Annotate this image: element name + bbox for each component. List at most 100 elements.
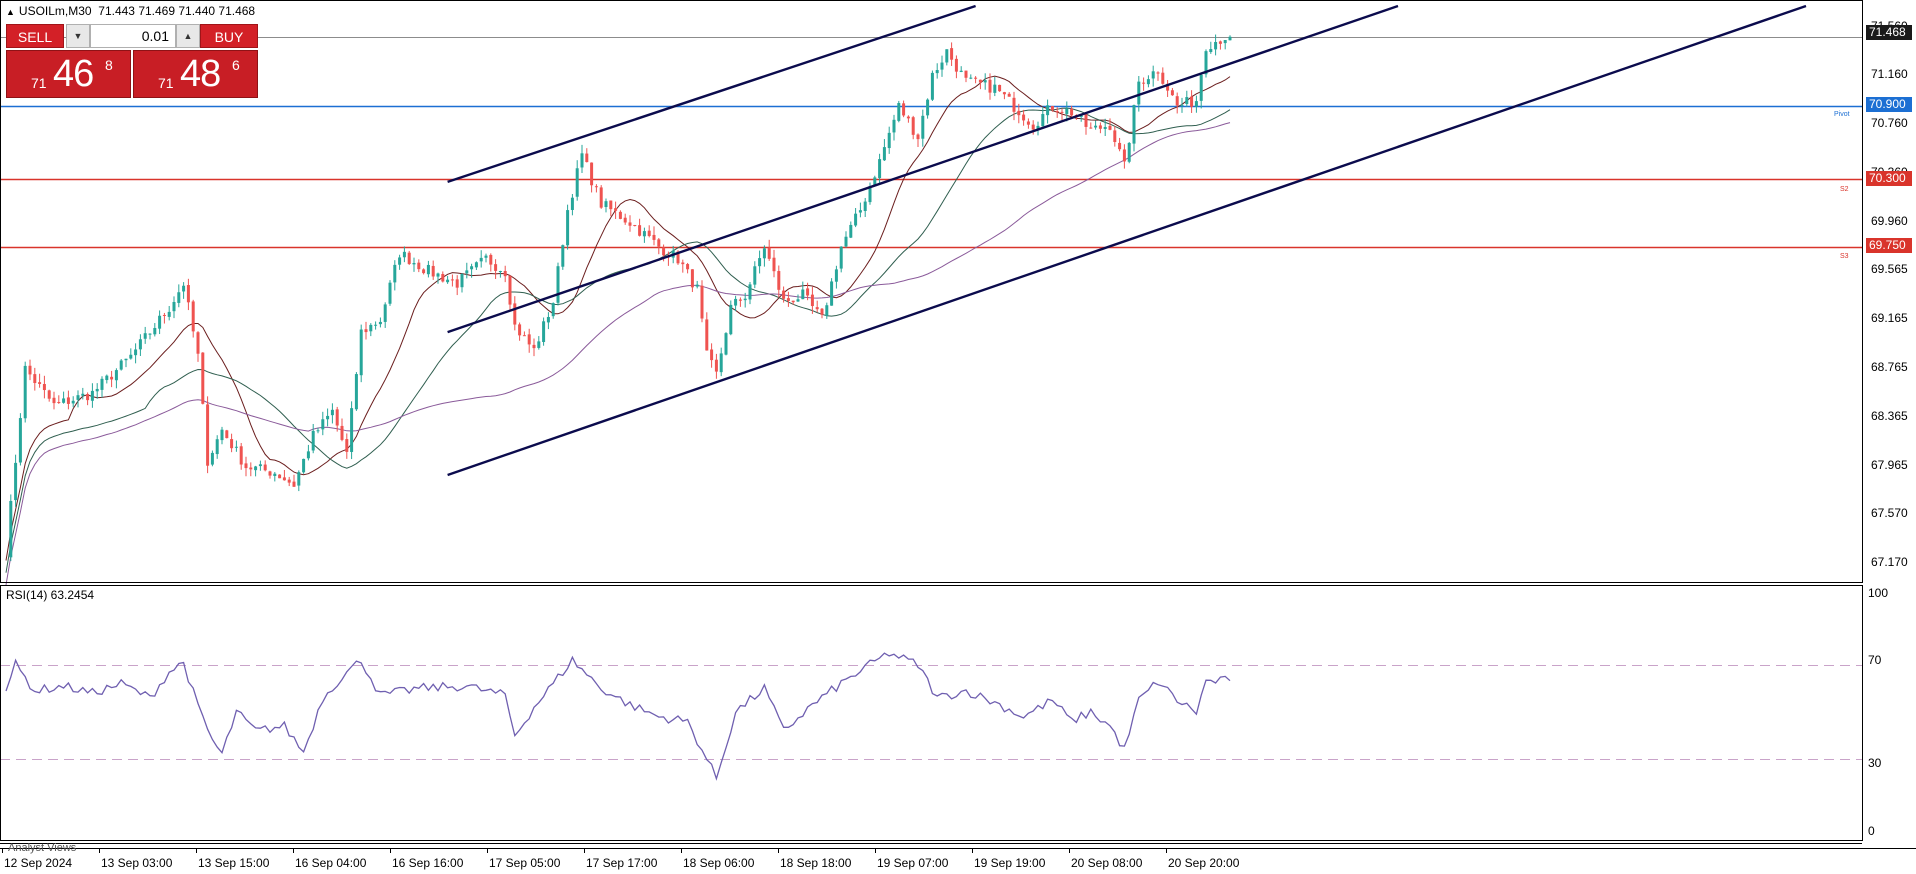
candle-body — [441, 274, 445, 282]
candle-body — [1199, 74, 1203, 101]
candle — [998, 84, 1002, 92]
candle-body — [119, 360, 123, 370]
candle-body — [340, 425, 344, 440]
candle-body — [316, 430, 320, 432]
time-tick-label: 13 Sep 15:00 — [198, 856, 270, 870]
candle-body — [806, 288, 810, 296]
candle-body — [647, 230, 651, 236]
candle-body — [388, 282, 392, 304]
candle-body — [508, 275, 512, 305]
candle-body — [446, 279, 450, 283]
candle-body — [374, 324, 378, 326]
candle-body — [177, 292, 181, 303]
candle-body — [719, 353, 723, 373]
candle-body — [470, 266, 474, 270]
buy-button[interactable]: BUY — [200, 24, 258, 48]
candle-body — [1041, 114, 1045, 127]
candle-body — [220, 429, 224, 441]
candle-body — [930, 72, 934, 100]
s3-level-label: S3 — [1840, 253, 1849, 260]
candle-body — [916, 134, 920, 140]
candle-body — [974, 77, 978, 79]
candle-body — [134, 349, 138, 356]
candle-body — [729, 304, 733, 335]
candle-body — [618, 211, 622, 219]
candle-body — [66, 397, 70, 404]
candle-body — [81, 393, 85, 396]
rsi-tick-30: 30 — [1868, 756, 1882, 770]
candle-body — [748, 284, 752, 300]
candle-body — [642, 231, 646, 237]
candle-body — [1050, 106, 1054, 110]
candle-body — [129, 354, 133, 359]
candle-body — [950, 48, 954, 60]
candle-body — [935, 70, 939, 74]
candle-body — [1065, 108, 1069, 114]
candle-body — [878, 159, 882, 179]
candle-body — [1137, 81, 1141, 105]
candle-body — [124, 358, 128, 361]
candle-body — [268, 471, 272, 476]
candle-body — [110, 376, 114, 380]
volume-input[interactable]: 0.01 — [90, 24, 176, 48]
candle — [278, 474, 282, 479]
volume-decrease-button[interactable]: ▼ — [66, 24, 90, 48]
candle — [354, 372, 358, 411]
trading-chart-window: ▲ USOILm,M30 71.443 71.469 71.440 71.468 … — [0, 0, 1916, 874]
candle-body — [657, 239, 661, 247]
s3-price-tag: 69.750 — [1866, 238, 1912, 253]
volume-increase-button[interactable]: ▲ — [176, 24, 200, 48]
candle-body — [321, 419, 325, 430]
candle — [9, 494, 13, 562]
bid-big-digits: 46 — [53, 53, 94, 95]
candle-body — [954, 58, 958, 72]
candle-body — [537, 341, 541, 348]
candle-body — [335, 409, 339, 426]
bid-prefix: 71 — [31, 75, 47, 91]
candle-body — [201, 352, 205, 404]
candle-body — [359, 329, 363, 376]
collapse-triangle-icon[interactable]: ▲ — [6, 7, 15, 17]
candle-body — [1156, 72, 1160, 74]
candle — [830, 278, 834, 306]
candle-body — [810, 294, 814, 307]
candle-body — [1175, 96, 1179, 106]
candle-body — [1055, 111, 1059, 113]
candle-body — [614, 208, 618, 211]
bid-price-button[interactable]: 71 46 8 — [6, 50, 131, 98]
candle — [201, 352, 205, 405]
price-tick-label: 68.765 — [1871, 359, 1908, 374]
candle-body — [62, 398, 66, 403]
candle-body — [484, 255, 488, 258]
price-tick-label: 70.760 — [1871, 116, 1908, 131]
candle-body — [532, 344, 536, 349]
candle-body — [652, 234, 656, 240]
candle — [897, 100, 901, 123]
candle-body — [1060, 111, 1064, 113]
candle-body — [306, 451, 310, 459]
ask-price-button[interactable]: 71 48 6 — [133, 50, 258, 98]
candle-body — [844, 236, 848, 247]
sell-button[interactable]: SELL — [6, 24, 64, 48]
analyst-views-tab[interactable]: Analyst Views — [8, 842, 76, 854]
candle-body — [1151, 71, 1155, 79]
candle-body — [801, 289, 805, 300]
candle-body — [993, 84, 997, 93]
candle-body — [585, 153, 589, 163]
candle-body — [186, 285, 190, 303]
candle-body — [700, 285, 704, 319]
candle-body — [969, 77, 973, 79]
candle-body — [287, 479, 291, 483]
candle-body — [1031, 124, 1035, 130]
candle-body — [978, 79, 982, 83]
candle-body — [580, 153, 584, 168]
candle-body — [738, 299, 742, 301]
candle-body — [705, 319, 709, 351]
candle-body — [1084, 114, 1088, 127]
candle-body — [1185, 97, 1189, 104]
candle-body — [786, 298, 790, 301]
candle-body — [892, 119, 896, 133]
candle-body — [172, 301, 176, 312]
chart-canvas[interactable] — [0, 0, 1916, 874]
candle-body — [609, 200, 613, 210]
